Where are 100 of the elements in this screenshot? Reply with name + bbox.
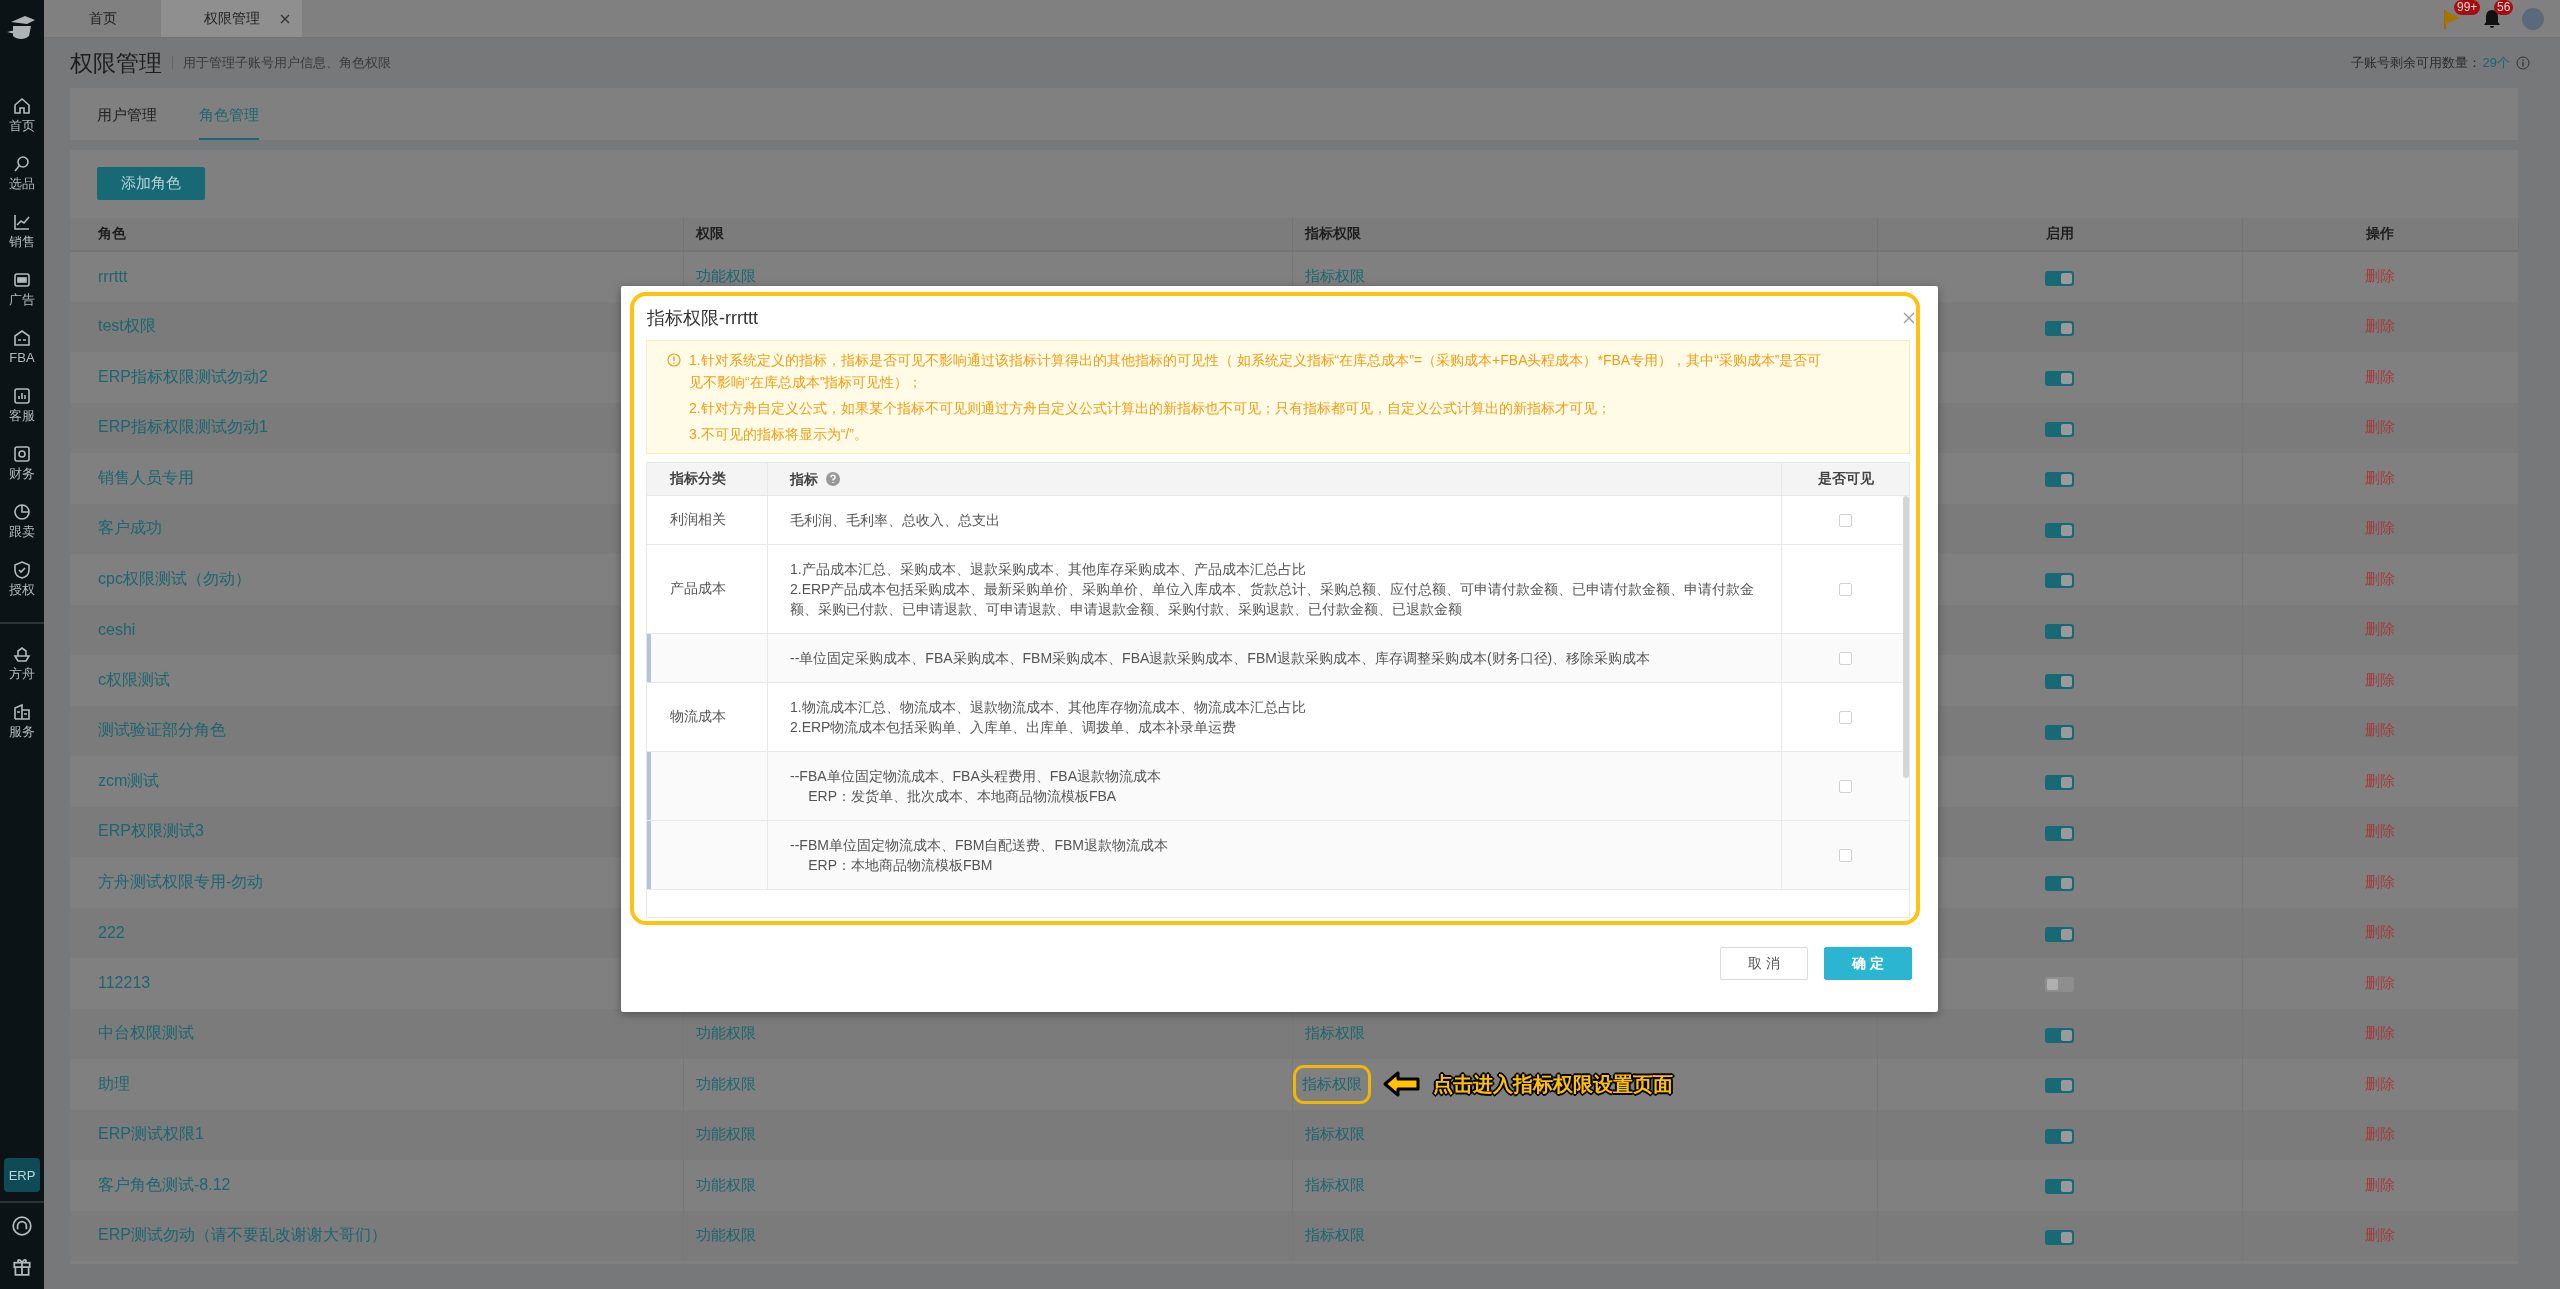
role-name[interactable]: 112213 <box>98 974 151 992</box>
toggle-switch[interactable] <box>2045 876 2074 891</box>
toggle-switch[interactable] <box>2045 320 2074 336</box>
nav-label[interactable]: 广告 <box>9 291 35 309</box>
headset-icon[interactable] <box>11 1215 33 1237</box>
toggle-switch[interactable] <box>2045 1078 2074 1093</box>
nav-icon[interactable] <box>12 502 32 522</box>
delete-link[interactable]: 删除 <box>2365 1024 2395 1042</box>
permission-link[interactable]: 功能权限 <box>695 1226 756 1244</box>
role-name[interactable]: zcm测试 <box>98 771 160 789</box>
toggle-switch[interactable] <box>2045 1027 2074 1043</box>
nav-icon[interactable] <box>12 270 32 290</box>
toggle-switch[interactable] <box>2045 573 2074 588</box>
delete-link[interactable]: 删除 <box>2365 1125 2395 1143</box>
nav-label[interactable]: 财务 <box>9 465 35 483</box>
role-name[interactable]: test权限 <box>98 317 156 335</box>
erp-badge[interactable]: ERP <box>4 1158 40 1192</box>
toggle-switch[interactable] <box>2045 623 2074 639</box>
role-name[interactable]: 中台权限测试 <box>98 1024 194 1042</box>
close-icon[interactable] <box>280 13 290 24</box>
confirm-button[interactable]: 确 定 <box>1824 947 1912 980</box>
toggle-switch[interactable] <box>2045 270 2074 286</box>
toggle-switch[interactable] <box>2045 371 2074 386</box>
toggle-switch[interactable] <box>2045 724 2074 740</box>
page-tab[interactable]: 权限管理 <box>161 0 302 37</box>
delete-link[interactable]: 删除 <box>2365 267 2395 285</box>
visibility-checkbox[interactable] <box>1839 779 1852 793</box>
nav-icon[interactable] <box>12 154 32 174</box>
nav-label[interactable]: 授权 <box>9 581 35 599</box>
nav-icon[interactable] <box>12 96 32 116</box>
visibility-checkbox[interactable] <box>1839 848 1852 862</box>
toggle-switch[interactable] <box>2045 825 2074 841</box>
toggle-switch[interactable] <box>2045 1179 2074 1194</box>
scrollbar-thumb[interactable] <box>1903 496 1909 778</box>
metric-permission-link[interactable]: 指标权限 <box>1304 1024 1365 1042</box>
page-tab[interactable]: 首页 <box>44 0 161 37</box>
nav-icon[interactable] <box>12 386 32 406</box>
toggle-switch[interactable] <box>2045 1128 2074 1144</box>
avatar[interactable] <box>2522 7 2544 30</box>
role-name[interactable]: 助理 <box>98 1074 130 1092</box>
role-name[interactable]: 方舟测试权限专用-勿动 <box>98 872 264 890</box>
nav-label[interactable]: FBA <box>9 349 35 367</box>
delete-link[interactable]: 删除 <box>2365 569 2395 587</box>
toggle-switch[interactable] <box>2045 775 2074 790</box>
nav-label[interactable]: 选品 <box>9 175 35 193</box>
role-name[interactable]: ERP测试勿动（请不要乱改谢谢大哥们） <box>98 1226 387 1244</box>
permission-link[interactable]: 功能权限 <box>695 1024 756 1042</box>
delete-link[interactable]: 删除 <box>2365 418 2395 436</box>
visibility-checkbox[interactable] <box>1839 582 1852 596</box>
info-icon[interactable] <box>2516 56 2530 70</box>
role-name[interactable]: cpc权限测试（勿动） <box>98 569 251 587</box>
permission-link[interactable]: 功能权限 <box>695 1175 756 1193</box>
delete-link[interactable]: 删除 <box>2365 620 2395 638</box>
toggle-switch[interactable] <box>2045 1229 2074 1245</box>
toggle-switch[interactable] <box>2045 421 2074 437</box>
add-role-button[interactable]: 添加角色 <box>97 167 205 200</box>
delete-link[interactable]: 删除 <box>2365 771 2395 789</box>
delete-link[interactable]: 删除 <box>2365 367 2395 385</box>
role-name[interactable]: ERP指标权限测试勿动2 <box>98 367 268 385</box>
delete-link[interactable]: 删除 <box>2365 1074 2395 1092</box>
delete-link[interactable]: 删除 <box>2365 822 2395 840</box>
role-name[interactable]: ERP测试权限1 <box>98 1125 204 1143</box>
role-name[interactable]: ERP指标权限测试勿动1 <box>98 418 268 436</box>
toggle-switch[interactable] <box>2045 926 2074 942</box>
nav-icon[interactable] <box>12 702 32 722</box>
toggle-switch[interactable] <box>2045 472 2074 487</box>
nav-icon[interactable] <box>12 644 32 664</box>
visibility-checkbox[interactable] <box>1839 651 1852 665</box>
role-name[interactable]: 222 <box>98 923 125 941</box>
close-icon[interactable] <box>1903 312 1915 324</box>
role-name[interactable]: c权限测试 <box>98 670 170 688</box>
nav-icon[interactable] <box>12 560 32 580</box>
role-name[interactable]: 客户成功 <box>98 519 162 537</box>
nav-icon[interactable] <box>12 212 32 232</box>
cancel-button[interactable]: 取 消 <box>1720 947 1808 980</box>
metric-permission-link[interactable]: 指标权限 <box>1304 1175 1365 1193</box>
nav-label[interactable]: 销售 <box>9 233 35 251</box>
nav-label[interactable]: 服务 <box>9 723 35 741</box>
role-name[interactable]: ERP权限测试3 <box>98 822 204 840</box>
delete-link[interactable]: 删除 <box>2365 519 2395 537</box>
delete-link[interactable]: 删除 <box>2365 872 2395 890</box>
role-name[interactable]: rrrttt <box>98 267 128 285</box>
delete-link[interactable]: 删除 <box>2365 468 2395 486</box>
nav-icon[interactable] <box>12 444 32 464</box>
sub-tab[interactable]: 角色管理 <box>199 90 259 140</box>
permission-link[interactable]: 功能权限 <box>695 1125 756 1143</box>
role-name[interactable]: 销售人员专用 <box>98 468 194 486</box>
nav-label[interactable]: 首页 <box>9 117 35 135</box>
metric-permission-link[interactable]: 指标权限 <box>1304 1226 1365 1244</box>
toggle-switch[interactable] <box>2045 674 2074 689</box>
sub-tab[interactable]: 用户管理 <box>97 90 157 140</box>
delete-link[interactable]: 删除 <box>2365 923 2395 941</box>
visibility-checkbox[interactable] <box>1839 710 1852 724</box>
nav-icon[interactable] <box>12 328 32 348</box>
delete-link[interactable]: 删除 <box>2365 670 2395 688</box>
metric-permission-link[interactable]: 指标权限 <box>1301 1074 1362 1092</box>
role-name[interactable]: 客户角色测试-8.12 <box>98 1175 231 1193</box>
role-name[interactable]: 测试验证部分角色 <box>98 721 226 739</box>
toggle-switch[interactable] <box>2045 522 2074 538</box>
permission-link[interactable]: 功能权限 <box>695 267 756 285</box>
